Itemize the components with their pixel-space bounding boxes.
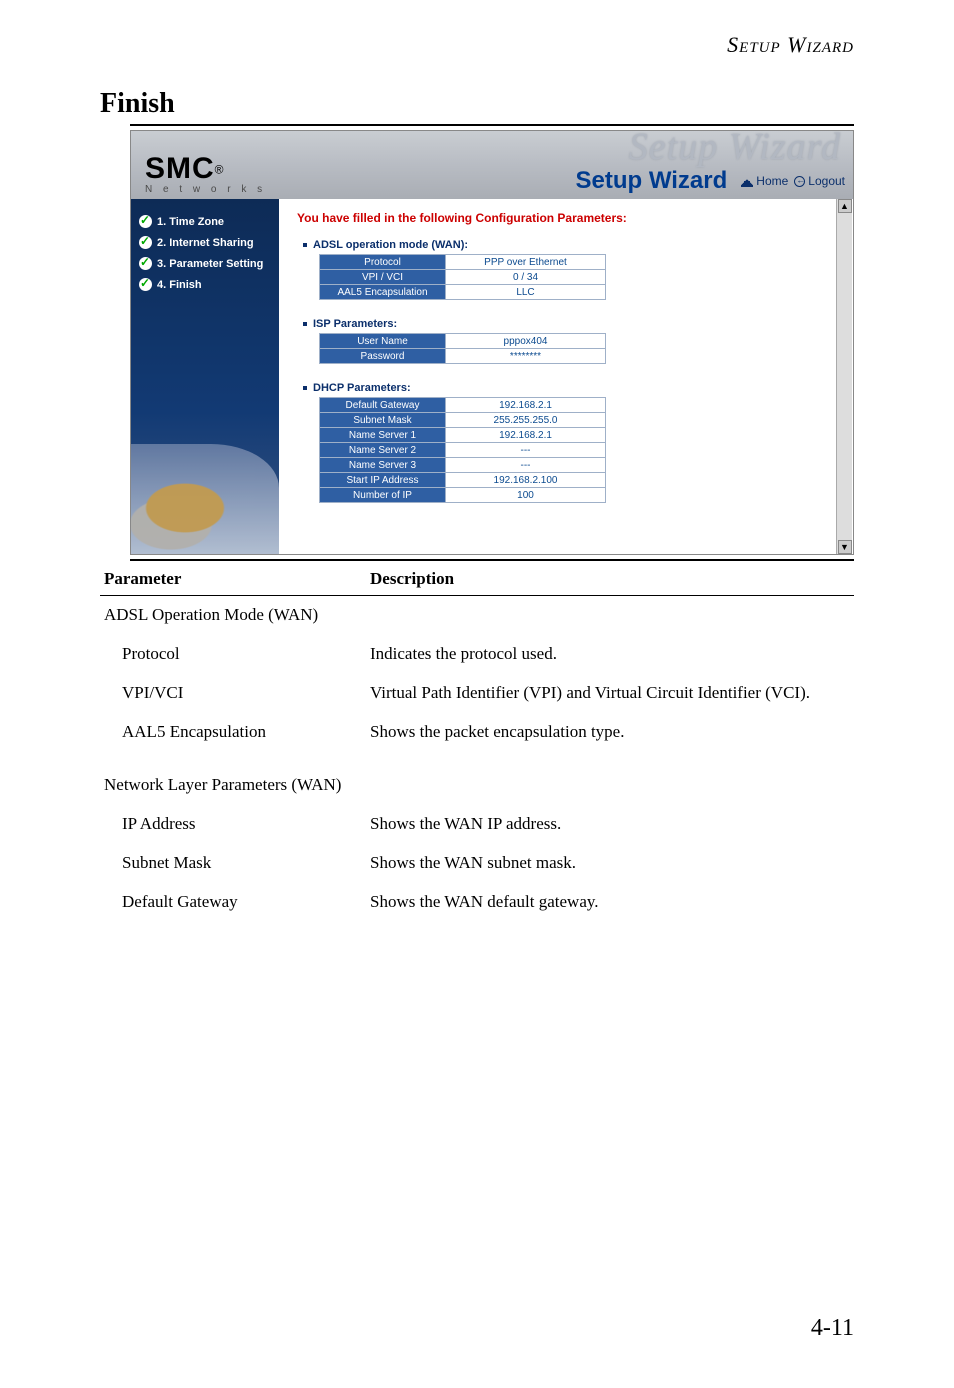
row-label: User Name xyxy=(320,334,446,349)
doc-desc xyxy=(370,604,854,627)
dhcp-table: Default Gateway192.168.2.1 Subnet Mask25… xyxy=(319,397,606,503)
row-value: 192.168.2.1 xyxy=(446,428,606,443)
doc-param: VPI/VCI xyxy=(100,682,370,705)
check-icon xyxy=(139,215,152,228)
group-isp-label: ISP Parameters: xyxy=(303,318,835,330)
doc-param: ADSL Operation Mode (WAN) xyxy=(100,604,370,627)
doc-desc: Shows the WAN default gateway. xyxy=(370,891,854,914)
step-parameter-setting[interactable]: 3. Parameter Setting xyxy=(131,253,279,274)
col-header-parameter: Parameter xyxy=(100,569,370,589)
check-icon xyxy=(139,278,152,291)
banner: SMC® N e t w o r k s Setup Wizard Setup … xyxy=(131,131,853,199)
logout-icon xyxy=(794,176,805,187)
logout-label: Logout xyxy=(808,174,845,188)
banner-title: Setup Wizard xyxy=(575,167,727,195)
adsl-table: ProtocolPPP over Ethernet VPI / VCI0 / 3… xyxy=(319,254,606,300)
brand-logo: SMC® N e t w o r k s xyxy=(145,154,266,195)
row-label: Protocol xyxy=(320,255,446,270)
sidebar-decoration xyxy=(131,444,279,554)
doc-desc: Virtual Path Identifier (VPI) and Virtua… xyxy=(370,682,854,705)
row-value: pppox404 xyxy=(446,334,606,349)
doc-param: IP Address xyxy=(100,813,370,836)
group-adsl-label: ADSL operation mode (WAN): xyxy=(303,239,835,251)
logout-link[interactable]: Logout xyxy=(794,174,845,188)
doc-param: Subnet Mask xyxy=(100,852,370,875)
group-dhcp-label: DHCP Parameters: xyxy=(303,382,835,394)
scrollbar[interactable]: ▲ ▼ xyxy=(836,199,852,554)
section-title: Finish xyxy=(0,70,954,124)
isp-table: User Namepppox404 Password******** xyxy=(319,333,606,364)
row-value: ******** xyxy=(446,349,606,364)
row-value: 255.255.255.0 xyxy=(446,413,606,428)
doc-param: Default Gateway xyxy=(100,891,370,914)
row-value: 100 xyxy=(446,488,606,503)
row-label: Name Server 2 xyxy=(320,443,446,458)
row-label: Subnet Mask xyxy=(320,413,446,428)
wizard-sidebar: 1. Time Zone 2. Internet Sharing 3. Para… xyxy=(131,199,279,554)
logo-text: SMC xyxy=(145,152,215,185)
step-label: 2. Internet Sharing xyxy=(157,237,254,249)
check-icon xyxy=(139,236,152,249)
page-header: Setup Wizard xyxy=(0,0,954,70)
row-value: LLC xyxy=(446,285,606,300)
row-label: Number of IP xyxy=(320,488,446,503)
row-label: Name Server 1 xyxy=(320,428,446,443)
step-label: 1. Time Zone xyxy=(157,216,224,228)
doc-desc xyxy=(370,774,854,797)
step-time-zone[interactable]: 1. Time Zone xyxy=(131,211,279,232)
step-internet-sharing[interactable]: 2. Internet Sharing xyxy=(131,232,279,253)
row-label: Start IP Address xyxy=(320,473,446,488)
doc-param: Network Layer Parameters (WAN) xyxy=(100,774,370,797)
banner-ghost-title: Setup Wizard xyxy=(629,130,841,169)
row-value: PPP over Ethernet xyxy=(446,255,606,270)
row-label: Default Gateway xyxy=(320,398,446,413)
page-number: 4-11 xyxy=(811,1315,854,1342)
wizard-content: You have filled in the following Configu… xyxy=(279,199,853,554)
logo-registered: ® xyxy=(215,162,224,176)
logo-tagline: N e t w o r k s xyxy=(145,184,266,195)
home-icon xyxy=(741,176,753,187)
doc-desc: Shows the WAN IP address. xyxy=(370,813,854,836)
row-value: 192.168.2.1 xyxy=(446,398,606,413)
confirmation-header: You have filled in the following Configu… xyxy=(297,211,835,225)
doc-desc: Indicates the protocol used. xyxy=(370,643,854,666)
row-value: 0 / 34 xyxy=(446,270,606,285)
row-label: AAL5 Encapsulation xyxy=(320,285,446,300)
col-header-description: Description xyxy=(370,569,854,589)
row-value: --- xyxy=(446,458,606,473)
home-label: Home xyxy=(756,174,788,188)
scroll-down-icon[interactable]: ▼ xyxy=(838,540,852,554)
row-label: Password xyxy=(320,349,446,364)
row-value: --- xyxy=(446,443,606,458)
documentation-table: Parameter Description ADSL Operation Mod… xyxy=(100,561,854,922)
doc-param: Protocol xyxy=(100,643,370,666)
check-icon xyxy=(139,257,152,270)
scroll-up-icon[interactable]: ▲ xyxy=(838,199,852,213)
step-finish[interactable]: 4. Finish xyxy=(131,274,279,295)
home-link[interactable]: Home xyxy=(741,174,788,188)
row-value: 192.168.2.100 xyxy=(446,473,606,488)
step-label: 4. Finish xyxy=(157,279,202,291)
row-label: VPI / VCI xyxy=(320,270,446,285)
router-screenshot: SMC® N e t w o r k s Setup Wizard Setup … xyxy=(130,124,854,561)
doc-param: AAL5 Encapsulation xyxy=(100,721,370,744)
step-label: 3. Parameter Setting xyxy=(157,258,263,270)
doc-desc: Shows the WAN subnet mask. xyxy=(370,852,854,875)
doc-desc: Shows the packet encapsulation type. xyxy=(370,721,854,744)
row-label: Name Server 3 xyxy=(320,458,446,473)
